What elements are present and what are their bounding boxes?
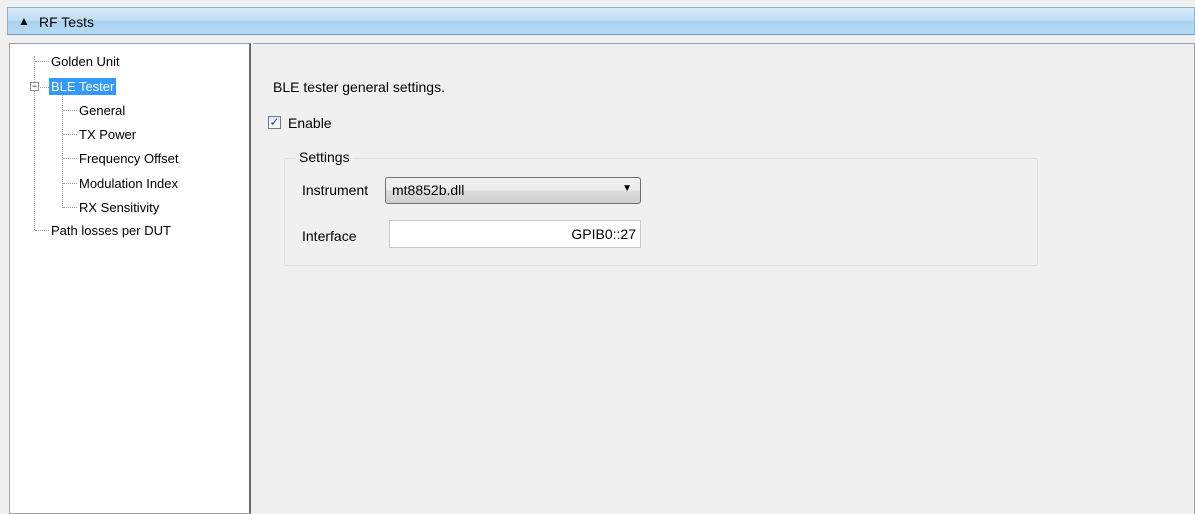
settings-groupbox: [284, 158, 1038, 266]
rf-tests-header[interactable]: ▲ RF Tests: [7, 7, 1195, 35]
panel-description: BLE tester general settings.: [273, 79, 445, 95]
interface-input[interactable]: GPIB0::27: [389, 220, 641, 248]
tree-item-tx-power[interactable]: TX Power: [79, 126, 136, 143]
tree-item-frequency-offset[interactable]: Frequency Offset: [79, 150, 178, 167]
enable-checkbox[interactable]: ✓: [268, 116, 281, 129]
tree-item-general[interactable]: General: [79, 102, 125, 119]
tree-item-path-losses-per-dut[interactable]: Path losses per DUT: [51, 222, 171, 239]
instrument-select[interactable]: mt8852b.dll ▼: [385, 177, 641, 204]
settings-group-title: Settings: [296, 149, 353, 165]
enable-label[interactable]: Enable: [288, 115, 332, 131]
tree-item-ble-tester[interactable]: BLE Tester: [49, 78, 117, 95]
settings-tree[interactable]: − Golden Unit BLE Tester General TX Powe…: [9, 43, 251, 514]
checkmark-icon: ✓: [269, 115, 280, 129]
instrument-value: mt8852b.dll: [392, 182, 465, 198]
collapse-toggle-icon[interactable]: −: [30, 82, 39, 91]
interface-value: GPIB0::27: [571, 226, 636, 242]
interface-label: Interface: [302, 228, 357, 244]
chevron-down-icon[interactable]: ▼: [622, 183, 632, 194]
instrument-label: Instrument: [302, 182, 369, 198]
tree-item-golden-unit[interactable]: Golden Unit: [51, 53, 120, 70]
settings-panel: BLE tester general settings. ✓ Enable Se…: [253, 43, 1195, 514]
tree-item-rx-sensitivity[interactable]: RX Sensitivity: [79, 199, 159, 216]
tree-item-modulation-index[interactable]: Modulation Index: [79, 175, 178, 192]
header-title: RF Tests: [39, 14, 94, 30]
collapse-triangle-icon[interactable]: ▲: [18, 14, 30, 28]
